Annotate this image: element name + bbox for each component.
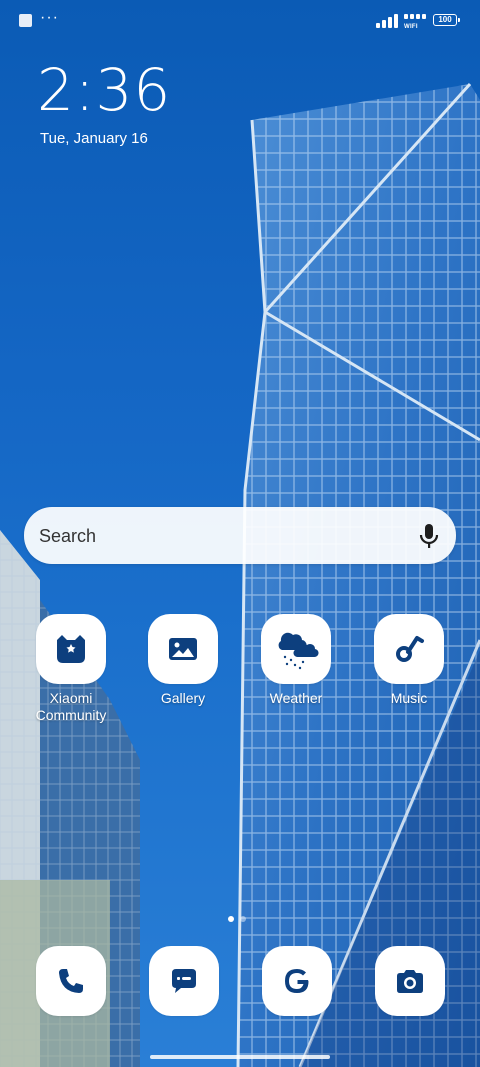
wifi-label: WIFI (404, 24, 418, 30)
page-indicator[interactable] (228, 909, 252, 927)
dock-phone[interactable] (36, 946, 106, 1016)
clock-time[interactable]: 2:36 (37, 55, 171, 125)
notification-icon (19, 14, 32, 27)
app-label-xiaomi-community: Xiaomi Community (35, 690, 107, 723)
search-placeholder: Search (39, 526, 97, 546)
music-icon[interactable] (374, 614, 444, 684)
dock-camera[interactable] (375, 946, 445, 1016)
gallery-icon[interactable] (148, 614, 218, 684)
phone-icon[interactable] (36, 946, 106, 1016)
app-gallery[interactable]: Gallery (133, 614, 233, 707)
microphone-icon[interactable] (418, 523, 440, 549)
status-bar: ··· WIFI 100 (0, 0, 480, 42)
app-label-music: Music (390, 690, 428, 706)
search-bar[interactable]: Search (24, 507, 456, 564)
camera-icon[interactable] (375, 946, 445, 1016)
battery-icon: 100 (433, 14, 460, 26)
home-screen: ··· WIFI 100 2:36 Tue, January 16 Search (0, 0, 480, 1067)
xiaomi-community-icon[interactable] (36, 614, 106, 684)
google-icon[interactable] (262, 946, 332, 1016)
messages-icon[interactable] (149, 946, 219, 1016)
app-weather[interactable]: Weather (246, 614, 346, 707)
dock-messages[interactable] (149, 946, 219, 1016)
app-label-weather: Weather (269, 690, 323, 706)
page-dot-2[interactable] (240, 916, 246, 922)
signal-icon (376, 14, 398, 28)
app-xiaomi-community[interactable]: Xiaomi Community (21, 614, 121, 724)
page-dot-1[interactable] (228, 916, 234, 922)
dock-google[interactable] (262, 946, 332, 1016)
weather-icon[interactable] (261, 614, 331, 684)
more-notifications-icon: ··· (40, 9, 59, 26)
home-indicator[interactable] (150, 1055, 330, 1059)
wifi-icon (404, 14, 426, 19)
clock-date[interactable]: Tue, January 16 (40, 130, 148, 147)
app-music[interactable]: Music (359, 614, 459, 707)
app-label-gallery: Gallery (160, 690, 206, 706)
